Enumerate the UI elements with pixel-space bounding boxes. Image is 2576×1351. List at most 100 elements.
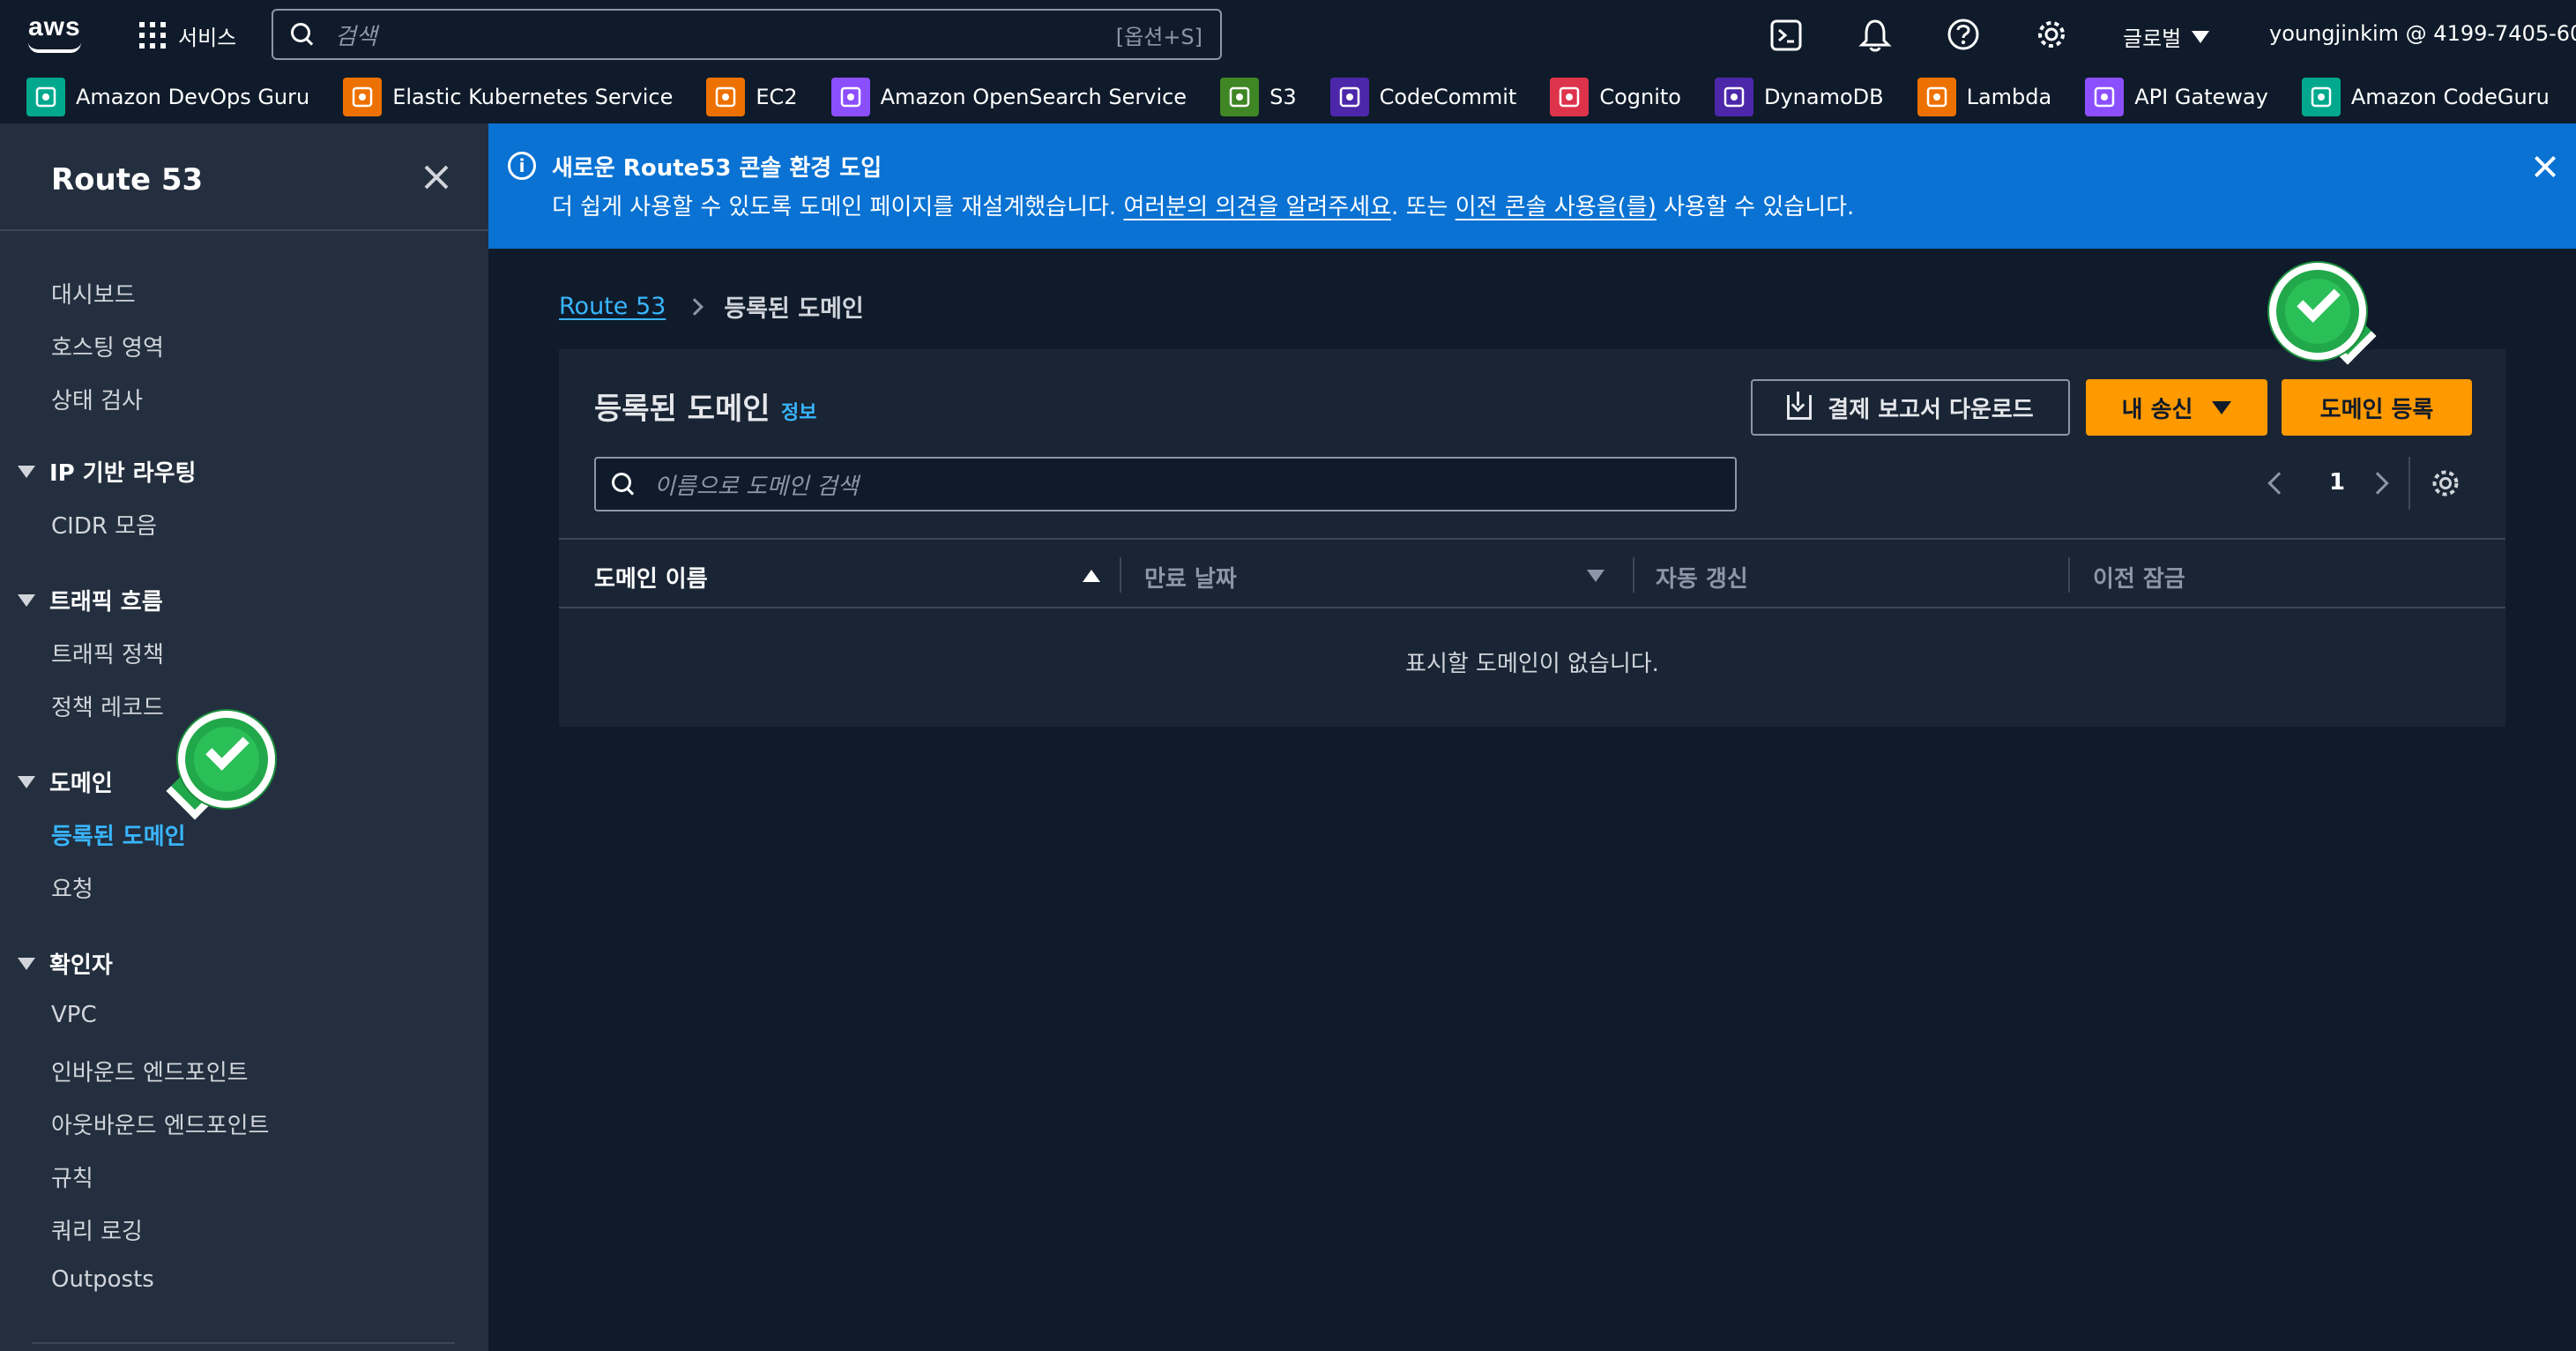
domain-search-placeholder: 이름으로 도메인 검색 [654, 473, 859, 500]
cognito-icon [1550, 78, 1590, 116]
dismiss-banner-icon[interactable] [2532, 153, 2558, 180]
favorite-label: S3 [1269, 85, 1297, 109]
top-navigation-bar: aws 서비스 검색 [옵션+S] 글로벌 youngjinkim @ 4199… [0, 0, 2576, 71]
sort-descending-icon[interactable] [1587, 570, 1604, 582]
sidebar-group-ip-routing[interactable]: IP 기반 라우팅 [18, 455, 196, 488]
sidebar-item-dashboard[interactable]: 대시보드 [51, 277, 136, 310]
download-billing-report-button[interactable]: 결제 보고서 다운로드 [1751, 379, 2070, 436]
sidebar-item-outposts[interactable]: Outposts [51, 1266, 154, 1293]
notifications-bell-icon[interactable] [1858, 18, 1892, 53]
favorites-bar: Amazon DevOps Guru Elastic Kubernetes Ser… [0, 71, 2576, 123]
sidebar-divider [0, 229, 488, 231]
column-separator [1633, 557, 1634, 593]
breadcrumb-route53-link[interactable]: Route 53 [559, 293, 666, 320]
grid-icon [139, 22, 166, 49]
api-gateway-icon [2085, 78, 2125, 116]
caret-down-icon [18, 957, 35, 970]
sidebar-item-requests[interactable]: 요청 [51, 871, 93, 904]
download-icon [1787, 392, 1813, 420]
banner-text: 더 쉽게 사용할 수 있도록 도메인 페이지를 재설계했습니다. 여러분의 의견… [552, 194, 1855, 220]
favorite-item[interactable]: EC2 [706, 78, 798, 116]
opensearch-icon [830, 78, 870, 116]
caret-down-icon [18, 775, 35, 788]
favorite-item[interactable]: Amazon OpenSearch Service [830, 78, 1187, 116]
favorite-label: Lambda [1966, 85, 2052, 109]
global-search-placeholder: 검색 [335, 23, 377, 50]
sidebar-item-cidr-collections[interactable]: CIDR 모음 [51, 508, 157, 541]
chevron-down-icon [2192, 30, 2210, 43]
caret-down-icon [2212, 400, 2232, 414]
favorite-item[interactable]: Elastic Kubernetes Service [343, 78, 673, 116]
services-menu-button[interactable]: 서비스 [139, 18, 236, 53]
sort-ascending-icon[interactable] [1083, 570, 1100, 582]
sidebar-item-rules[interactable]: 규칙 [51, 1161, 93, 1193]
aws-smile-icon [28, 42, 81, 53]
register-domain-button[interactable]: 도메인 등록 [2282, 379, 2472, 436]
eks-icon [343, 78, 383, 116]
banner-title: 새로운 Route53 콘솔 환경 도입 [552, 155, 882, 182]
sidebar-item-inbound-endpoints[interactable]: 인바운드 엔드포인트 [51, 1055, 249, 1087]
favorite-item[interactable]: CodeCommit [1329, 78, 1516, 116]
column-transfer-lock: 이전 잠금 [2093, 566, 2185, 593]
favorite-item[interactable]: Amazon CodeGuru [2301, 78, 2550, 116]
lambda-icon [1917, 78, 1956, 116]
region-selector[interactable]: 글로벌 [2123, 21, 2210, 52]
favorite-label: Amazon CodeGuru [2350, 85, 2550, 109]
sidebar-item-health-checks[interactable]: 상태 검사 [51, 383, 143, 415]
settings-gear-icon[interactable] [2035, 18, 2068, 51]
favorite-item[interactable]: Lambda [1917, 78, 2052, 116]
favorite-item[interactable]: S3 [1220, 78, 1297, 116]
favorite-item[interactable]: API Gateway [2085, 78, 2268, 116]
column-domain-name[interactable]: 도메인 이름 [594, 561, 708, 593]
sidebar-item-policy-records[interactable]: 정책 레코드 [51, 690, 164, 722]
favorite-label: Amazon DevOps Guru [76, 85, 310, 109]
sidebar-item-hosted-zones[interactable]: 호스팅 영역 [51, 330, 164, 362]
help-icon[interactable] [1947, 18, 1980, 51]
services-label: 서비스 [178, 25, 237, 50]
favorite-label: Cognito [1599, 85, 1681, 109]
favorite-item[interactable]: DynamoDB [1714, 78, 1884, 116]
sidebar-item-outbound-endpoints[interactable]: 아웃바운드 엔드포인트 [51, 1108, 269, 1140]
dynamodb-icon [1714, 78, 1753, 116]
sidebar-item-registered-domains[interactable]: 등록된 도메인 [51, 818, 186, 851]
search-icon [612, 473, 635, 496]
chevron-right-icon [686, 297, 704, 316]
table-preferences-gear-icon[interactable] [2430, 467, 2461, 499]
caret-down-icon [18, 593, 35, 607]
next-page-icon[interactable] [2366, 472, 2389, 495]
favorite-item[interactable]: Cognito [1550, 78, 1681, 116]
favorite-item[interactable]: Amazon DevOps Guru [26, 78, 309, 116]
old-console-link[interactable]: 이전 콘솔 사용을(를) [1456, 194, 1657, 220]
sidebar-item-vpc[interactable]: VPC [51, 1002, 97, 1028]
previous-page-icon[interactable] [2267, 472, 2290, 495]
sidebar-group-domains[interactable]: 도메인 [18, 765, 113, 798]
global-search-input[interactable]: 검색 [옵션+S] [272, 9, 1222, 60]
current-page-number[interactable]: 1 [2329, 469, 2345, 496]
close-sidebar-icon[interactable] [421, 162, 451, 192]
breadcrumb: Route 53 등록된 도메인 [559, 289, 864, 324]
info-link[interactable]: 정보 [781, 397, 816, 425]
sidebar-item-traffic-policies[interactable]: 트래픽 정책 [51, 637, 164, 669]
sidebar-title[interactable]: Route 53 [51, 162, 203, 198]
sidebar-group-resolver[interactable]: 확인자 [18, 947, 113, 980]
cloudshell-icon[interactable] [1770, 19, 1802, 51]
account-menu[interactable]: youngjinkim @ 4199-7405-603 [2269, 21, 2576, 46]
sidebar-group-traffic-flow[interactable]: 트래픽 흐름 [18, 584, 163, 616]
favorite-label: Amazon OpenSearch Service [880, 85, 1187, 109]
favorite-label: EC2 [756, 85, 798, 109]
my-transfers-dropdown-button[interactable]: 내 송신 [2086, 379, 2267, 436]
ec2-icon [706, 78, 746, 116]
breadcrumb-current: 등록된 도메인 [724, 295, 864, 323]
s3-icon [1220, 78, 1260, 116]
pager-divider [2408, 457, 2410, 510]
feedback-link[interactable]: 여러분의 의견을 알려주세요 [1123, 194, 1391, 220]
domain-search-input[interactable]: 이름으로 도메인 검색 [594, 457, 1737, 511]
region-label: 글로벌 [2123, 26, 2182, 51]
info-icon: i [508, 152, 536, 180]
column-expiration-date[interactable]: 만료 날짜 [1144, 561, 1237, 593]
registered-domains-panel: 등록된 도메인 정보 결제 보고서 다운로드 내 송신 도메인 등록 이름으로 … [559, 349, 2505, 727]
column-separator [2068, 557, 2070, 593]
aws-logo[interactable]: aws [26, 12, 88, 56]
panel-title: 등록된 도메인 [594, 392, 771, 427]
sidebar-item-query-logging[interactable]: 쿼리 로깅 [51, 1213, 143, 1246]
